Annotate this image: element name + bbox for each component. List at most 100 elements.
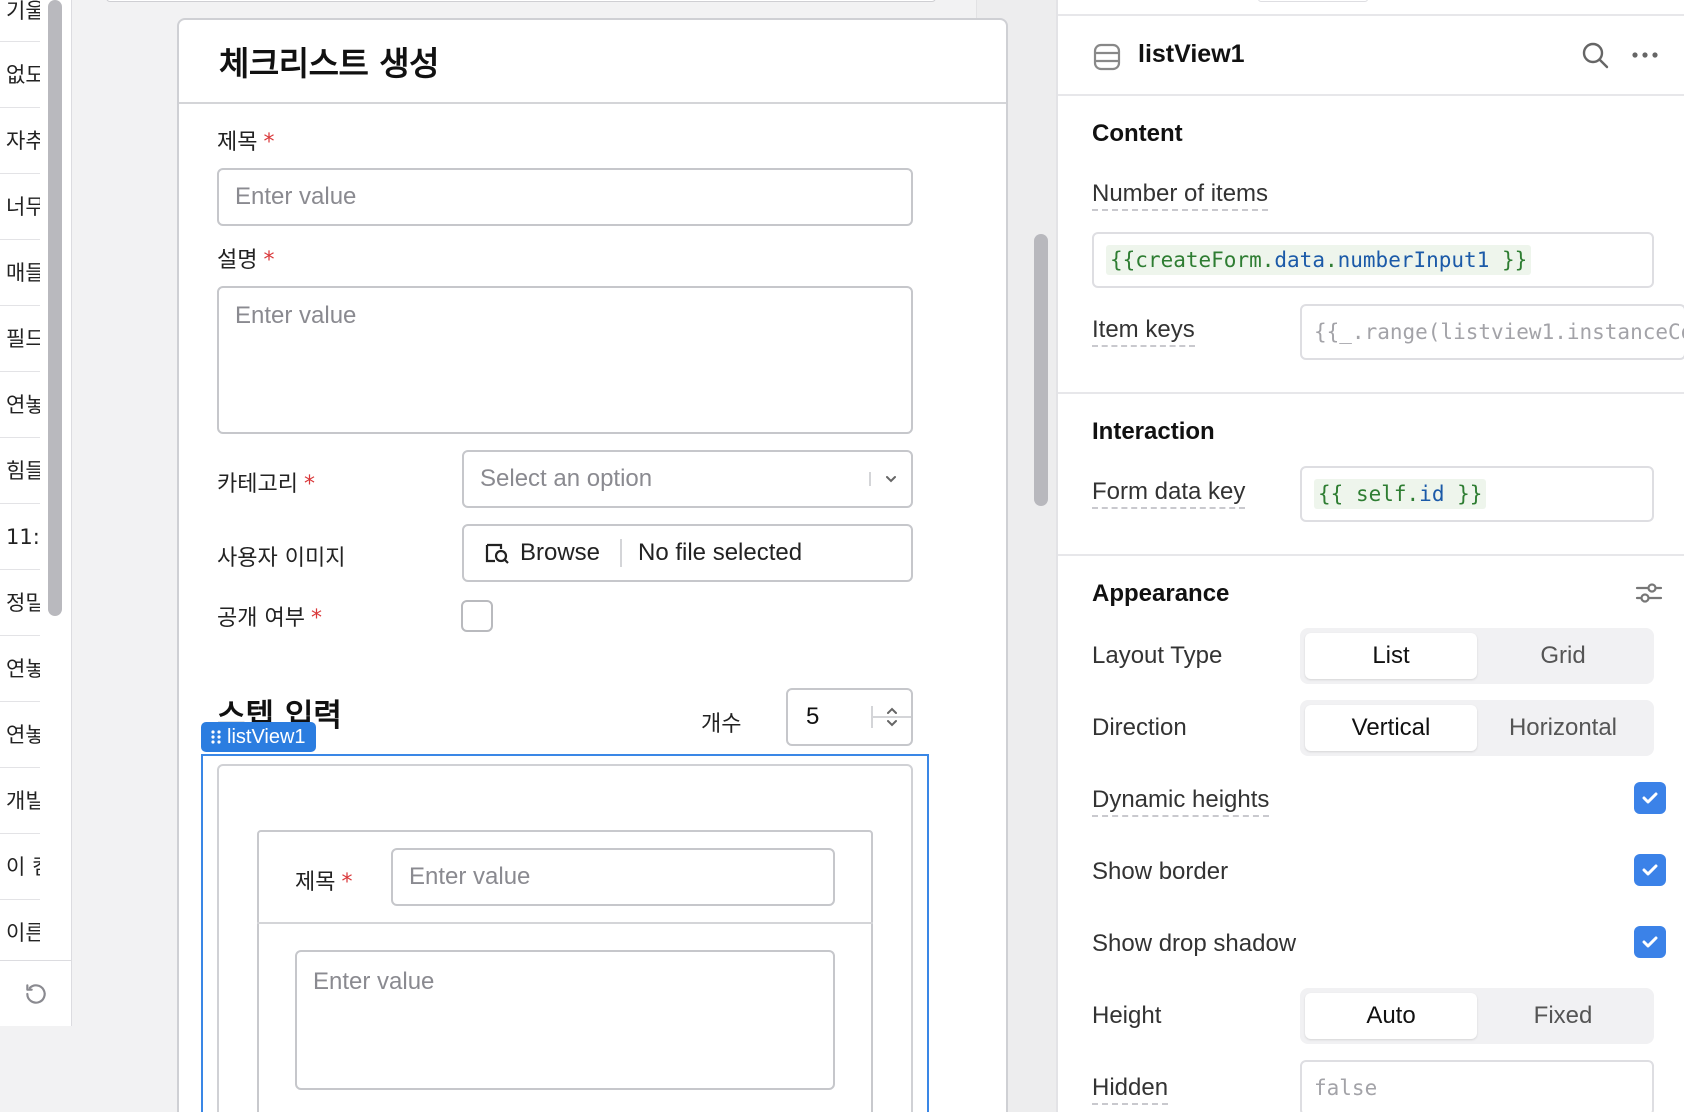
show-border-label: Show border xyxy=(1092,858,1229,885)
content-section-header[interactable]: Content xyxy=(1092,120,1183,148)
appearance-section-header[interactable]: Appearance xyxy=(1092,580,1229,608)
listview-badge-label: listView1 xyxy=(227,725,306,748)
form-data-key-input[interactable]: {{ self.id }} xyxy=(1300,466,1654,522)
layout-option-list[interactable]: List xyxy=(1305,633,1477,679)
chevron-up-icon xyxy=(887,707,897,714)
listview-icon xyxy=(1093,43,1121,71)
section-divider xyxy=(1058,392,1684,394)
list-item[interactable]: 개빌 xyxy=(0,768,40,834)
list-item[interactable]: 11: xyxy=(0,504,40,570)
number-of-items-expression: {{createForm.data.numberInput1 }} xyxy=(1106,245,1532,275)
height-segmented: Auto Fixed xyxy=(1300,988,1654,1044)
item-keys-label: Item keys xyxy=(1092,316,1195,347)
direction-segmented: Vertical Horizontal xyxy=(1300,700,1654,756)
title-label: 제목 * xyxy=(217,130,275,155)
height-label: Height xyxy=(1092,1002,1162,1029)
list-item[interactable]: 힘들 xyxy=(0,438,40,504)
left-list-items: 기울 없도 자추 너무 매들 필드 연놓 힘들 11: 정밀 연놓 연놓 개빌 … xyxy=(0,0,40,960)
number-of-items-input[interactable]: {{createForm.data.numberInput1 }} xyxy=(1092,232,1654,288)
decrement-button[interactable] xyxy=(873,718,911,728)
list-item[interactable]: 연놓 xyxy=(0,702,40,768)
panel-tab-nub xyxy=(1258,0,1368,2)
step-count-stepper[interactable]: 5 xyxy=(786,688,913,746)
more-icon[interactable] xyxy=(1630,40,1660,70)
list-item[interactable]: 너무 xyxy=(0,174,40,240)
category-select[interactable]: Select an option xyxy=(462,450,913,508)
step-title-input[interactable]: Enter value xyxy=(391,848,835,906)
layout-type-segmented: List Grid xyxy=(1300,628,1654,684)
public-checkbox[interactable] xyxy=(461,600,493,632)
hidden-label: Hidden xyxy=(1092,1074,1169,1105)
step-body-textarea[interactable]: Enter value xyxy=(295,950,835,1090)
number-of-items-label: Number of items xyxy=(1092,180,1269,211)
list-item[interactable]: 필드 xyxy=(0,306,40,372)
user-image-file-input[interactable]: Browse No file selected xyxy=(462,524,913,582)
title-input[interactable]: Enter value xyxy=(217,168,913,226)
height-option-auto[interactable]: Auto xyxy=(1305,993,1477,1039)
step-title-label: 제목 * xyxy=(295,870,353,895)
hidden-input[interactable]: false xyxy=(1300,1060,1654,1112)
search-icon[interactable] xyxy=(1580,40,1610,70)
section-divider xyxy=(1058,554,1684,556)
list-item[interactable]: 연놓 xyxy=(0,636,40,702)
checkmark-icon xyxy=(1642,936,1658,948)
item-keys-input[interactable]: {{_.range(listview1.instanceCount)}} xyxy=(1300,304,1684,360)
height-option-fixed[interactable]: Fixed xyxy=(1477,993,1649,1039)
browse-button[interactable]: Browse xyxy=(464,539,622,567)
left-list-panel: 기울 없도 자추 너무 매들 필드 연놓 힘들 11: 정밀 연놓 연놓 개빌 … xyxy=(0,0,72,1026)
description-label: 설명 * xyxy=(217,248,275,273)
chevron-down-icon xyxy=(887,720,897,727)
form-data-key-label: Form data key xyxy=(1092,478,1246,509)
file-status: No file selected xyxy=(638,539,803,566)
increment-button[interactable] xyxy=(873,706,911,718)
form-data-key-expression: {{ self.id }} xyxy=(1314,479,1487,509)
step-count-value: 5 xyxy=(806,703,820,730)
show-border-checkbox[interactable] xyxy=(1634,854,1666,886)
step-item-divider xyxy=(257,922,873,924)
left-list-footer xyxy=(0,960,71,1026)
interaction-section-header[interactable]: Interaction xyxy=(1092,418,1215,446)
checkmark-icon xyxy=(1642,792,1658,804)
dynamic-heights-checkbox[interactable] xyxy=(1634,782,1666,814)
layout-option-grid[interactable]: Grid xyxy=(1477,633,1649,679)
layout-type-label: Layout Type xyxy=(1092,642,1223,669)
show-drop-shadow-label: Show drop shadow xyxy=(1092,930,1297,957)
user-image-label: 사용자 이미지 xyxy=(217,546,346,571)
listview-badge[interactable]: listView1 xyxy=(201,722,316,752)
browse-label: Browse xyxy=(519,539,601,566)
previous-container-edge xyxy=(106,0,936,2)
public-label: 공개 여부 * xyxy=(217,606,322,631)
dynamic-heights-label: Dynamic heights xyxy=(1092,786,1270,817)
direction-option-vertical[interactable]: Vertical xyxy=(1305,705,1477,751)
settings-sliders-icon[interactable] xyxy=(1634,578,1664,608)
checkmark-icon xyxy=(1642,864,1658,876)
list-item[interactable]: 이른 xyxy=(0,900,40,960)
left-list-scrollbar[interactable] xyxy=(48,0,62,616)
form-title-bar: 체크리스트 생성 xyxy=(179,20,1006,104)
undo-icon[interactable] xyxy=(23,981,49,1007)
file-search-icon xyxy=(485,543,509,564)
direction-label: Direction xyxy=(1092,714,1187,741)
list-item[interactable]: 이 컴 xyxy=(0,834,40,900)
chevron-down-icon xyxy=(886,476,896,483)
list-item[interactable]: 기울 xyxy=(0,0,40,42)
inspector-header: listView1 xyxy=(1058,14,1684,96)
canvas-scrollbar[interactable] xyxy=(1034,234,1048,506)
stepper-buttons xyxy=(871,706,911,728)
editor-canvas: 체크리스트 생성 제목 * Enter value 설명 * Enter value… xyxy=(72,0,1072,1112)
list-item[interactable]: 없도 xyxy=(0,42,40,108)
show-drop-shadow-checkbox[interactable] xyxy=(1634,926,1666,958)
list-item[interactable]: 자추 xyxy=(0,108,40,174)
component-name[interactable]: listView1 xyxy=(1138,40,1245,69)
step-count-label: 개수 xyxy=(701,712,742,737)
description-textarea[interactable]: Enter value xyxy=(217,286,913,434)
direction-option-horizontal[interactable]: Horizontal xyxy=(1477,705,1649,751)
create-form[interactable]: 체크리스트 생성 제목 * Enter value 설명 * Enter value… xyxy=(177,18,1008,1112)
list-item[interactable]: 매들 xyxy=(0,240,40,306)
list-item[interactable]: 정밀 xyxy=(0,570,40,636)
form-title: 체크리스트 생성 xyxy=(219,44,440,83)
inspector-panel: listView1 Content Number of items {{crea… xyxy=(1056,0,1684,1112)
list-item[interactable]: 연놓 xyxy=(0,372,40,438)
category-select-value: Select an option xyxy=(480,465,653,492)
category-select-arrow[interactable] xyxy=(869,472,911,486)
